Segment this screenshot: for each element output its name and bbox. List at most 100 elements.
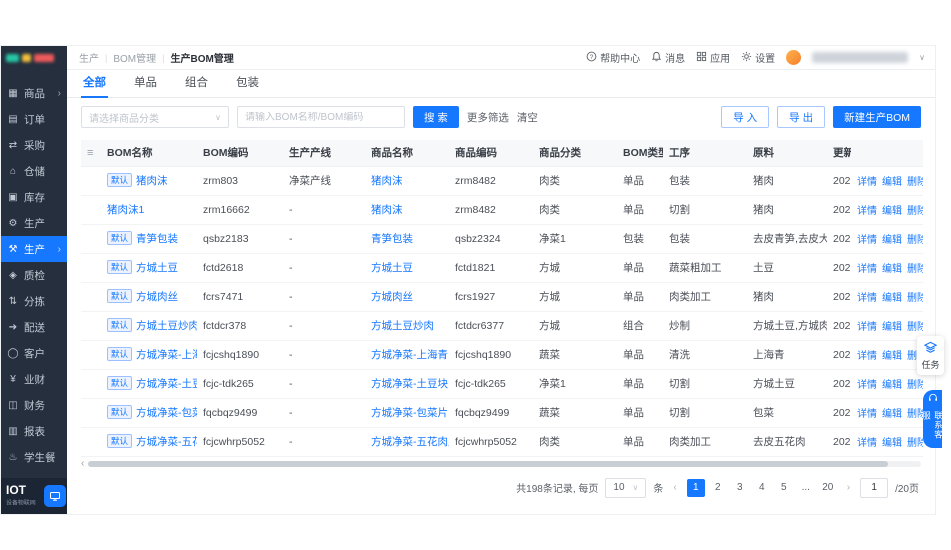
task-panel-button[interactable]: 任务 [917,336,944,375]
product-name-link[interactable]: 方城土豆炒肉 [371,320,434,332]
more-filters-link[interactable]: 更多筛选 [467,110,509,125]
delete-link[interactable]: 删除 [907,322,923,333]
sidebar-item-purchase[interactable]: ⇄ 采购 › [1,132,67,158]
page-number[interactable]: 1 [687,479,705,497]
sidebar-item-sorting[interactable]: ⇅ 分拣 › [1,288,67,314]
delete-link[interactable]: 删除 [907,293,923,304]
product-name-link[interactable]: 猪肉沫 [371,204,403,216]
tab-single[interactable]: 单品 [132,74,159,97]
detail-link[interactable]: 详情 [857,380,877,391]
sidebar-item-reports[interactable]: ▥ 报表 › [1,418,67,444]
product-name-link[interactable]: 猪肉沫 [371,175,403,187]
edit-link[interactable]: 编辑 [882,177,902,188]
product-name-link[interactable]: 方城净菜-上海青 [371,349,448,361]
sidebar-item-production[interactable]: ⚒ 生产 › [1,236,67,262]
edit-link[interactable]: 编辑 [882,264,902,275]
bom-name-link[interactable]: 猪肉沫 [136,175,168,187]
detail-link[interactable]: 详情 [857,409,877,420]
apps-link[interactable]: 应用 [696,50,730,65]
bom-name-link[interactable]: 猪肉沫1 [107,204,144,216]
product-name-link[interactable]: 方城净菜-五花肉片 [371,436,449,448]
import-button[interactable]: 导 入 [721,106,769,128]
sidebar-item-customers[interactable]: ◯ 客户 › [1,340,67,366]
edit-link[interactable]: 编辑 [882,409,902,420]
bom-name-link[interactable]: 方城净菜-上海青 [136,349,197,361]
bom-name-link[interactable]: 方城净菜-五花肉片 [136,436,197,448]
column-settings-icon[interactable]: ≡ [87,147,93,159]
product-name-link[interactable]: 方城净菜-包菜片 [371,407,448,419]
clear-filters-link[interactable]: 清空 [517,110,538,125]
page-number[interactable]: 3 [731,479,749,497]
contact-support-button[interactable]: 联系客服 [923,390,942,448]
page-size-select[interactable]: 10 ∨ [605,478,646,498]
settings-link[interactable]: 设置 [741,50,775,65]
detail-link[interactable]: 详情 [857,206,877,217]
tab-all[interactable]: 全部 [81,74,108,97]
create-bom-button[interactable]: 新建生产BOM [833,106,921,128]
scrollbar-thumb[interactable] [88,461,887,467]
detail-link[interactable]: 详情 [857,177,877,188]
breadcrumb-item-production[interactable]: 生产 [79,50,99,65]
bom-name-link[interactable]: 方城净菜-包菜片 [136,407,197,419]
sidebar-item-bizfinance[interactable]: ¥ 业财 › [1,366,67,392]
page-number[interactable]: 2 [709,479,727,497]
delete-link[interactable]: 删除 [907,206,923,217]
detail-link[interactable]: 详情 [857,264,877,275]
export-button[interactable]: 导 出 [777,106,825,128]
category-select[interactable]: 请选择商品分类 ∨ [81,106,229,128]
search-button[interactable]: 搜 索 [413,106,459,128]
sidebar-item-goods[interactable]: ▦ 商品 › [1,80,67,106]
page-jump-input[interactable]: 1 [860,478,888,498]
bom-name-link[interactable]: 方城土豆 [136,262,178,274]
bom-keyword-field[interactable] [237,106,405,128]
product-name-link[interactable]: 方城净菜-土豆块 [371,378,448,390]
edit-link[interactable]: 编辑 [882,235,902,246]
sidebar-item-inventory[interactable]: ▣ 库存 › [1,184,67,210]
page-number[interactable]: 5 [775,479,793,497]
bom-keyword-input[interactable] [245,112,397,123]
prev-page-button[interactable]: ‹ [670,482,679,493]
bom-name-link[interactable]: 方城肉丝 [136,291,178,303]
sidebar-item-warehouse[interactable]: ⌂ 仓储 › [1,158,67,184]
help-center-link[interactable]: ? 帮助中心 [586,50,640,65]
detail-link[interactable]: 详情 [857,351,877,362]
iot-device-icon[interactable] [44,485,66,507]
edit-link[interactable]: 编辑 [882,293,902,304]
detail-link[interactable]: 详情 [857,293,877,304]
detail-link[interactable]: 详情 [857,322,877,333]
sidebar-item-student-meal[interactable]: ♨ 学生餐 › [1,444,67,470]
delete-link[interactable]: 删除 [907,235,923,246]
bom-name-link[interactable]: 青笋包装 [136,233,178,245]
chevron-down-icon[interactable]: ∨ [919,53,925,62]
edit-link[interactable]: 编辑 [882,206,902,217]
sidebar-item-qc[interactable]: ◈ 质检 › [1,262,67,288]
product-name-link[interactable]: 方城土豆 [371,262,413,274]
avatar[interactable] [786,50,801,65]
page-number[interactable]: 20 [819,479,837,497]
detail-link[interactable]: 详情 [857,438,877,449]
detail-link[interactable]: 详情 [857,235,877,246]
scroll-left-icon[interactable]: ‹ [81,460,84,468]
tab-package[interactable]: 包装 [234,74,261,97]
edit-link[interactable]: 编辑 [882,438,902,449]
edit-link[interactable]: 编辑 [882,351,902,362]
sidebar-item-delivery[interactable]: ➔ 配送 › [1,314,67,340]
edit-link[interactable]: 编辑 [882,380,902,391]
bom-name-link[interactable]: 方城净菜-土豆块 [136,378,197,390]
delete-link[interactable]: 删除 [907,177,923,188]
delete-link[interactable]: 删除 [907,264,923,275]
bom-name-link[interactable]: 方城土豆炒肉 [136,320,197,332]
sidebar-item-production-plan[interactable]: ⚙ 生产 › [1,210,67,236]
tab-combo[interactable]: 组合 [183,74,210,97]
product-name-link[interactable]: 青笋包装 [371,233,413,245]
next-page-button[interactable]: › [844,482,853,493]
delete-link[interactable]: 删除 [907,380,923,391]
page-number[interactable]: ... [797,479,815,497]
sidebar-item-orders[interactable]: ▤ 订单 › [1,106,67,132]
edit-link[interactable]: 编辑 [882,322,902,333]
product-name-link[interactable]: 方城肉丝 [371,291,413,303]
scrollbar-track[interactable] [88,461,921,467]
page-number[interactable]: 4 [753,479,771,497]
breadcrumb-item-bom[interactable]: BOM管理 [113,50,156,65]
sidebar-item-finance[interactable]: ◫ 财务 › [1,392,67,418]
